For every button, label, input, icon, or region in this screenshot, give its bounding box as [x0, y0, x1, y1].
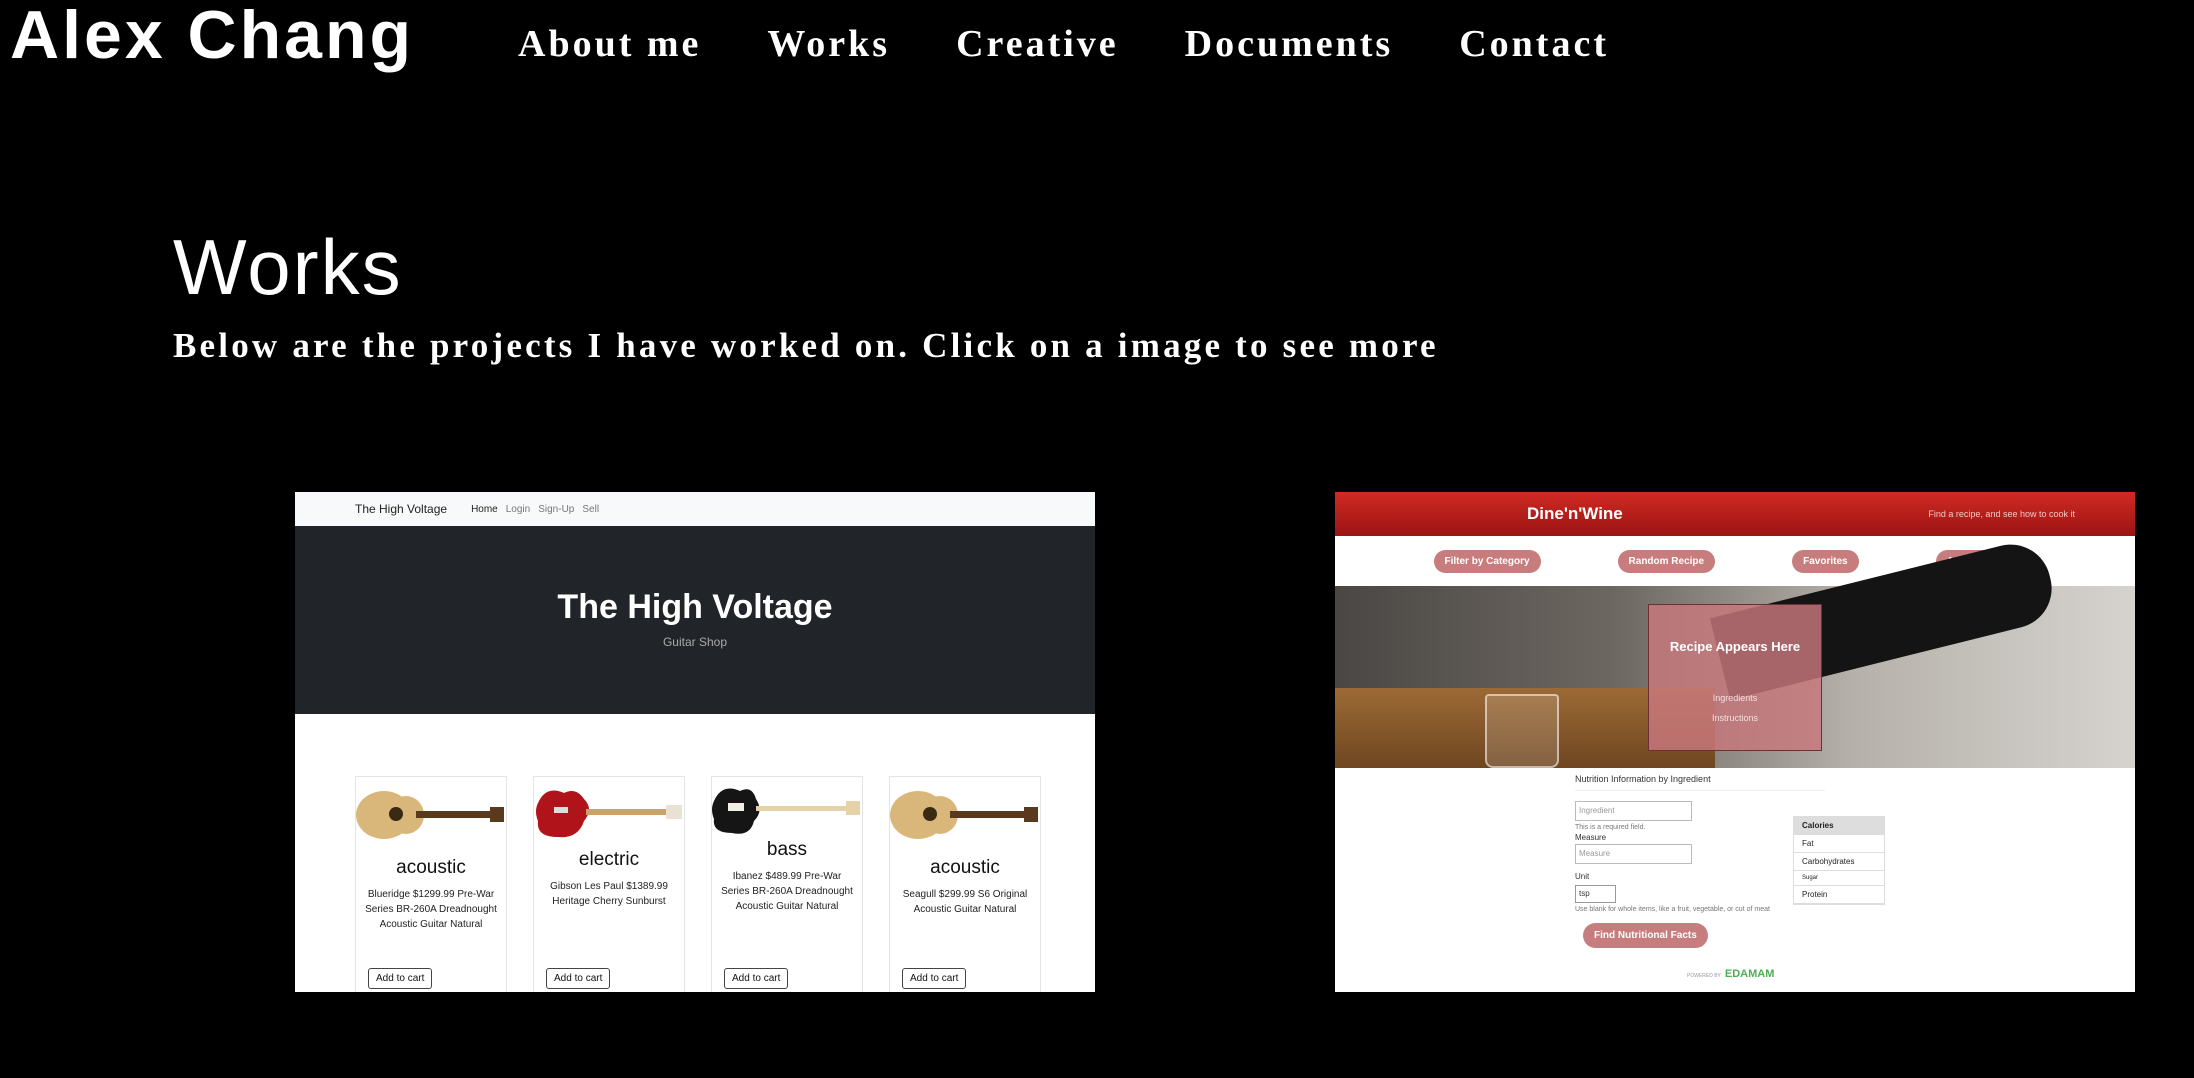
preview-tagline: Find a recipe, and see how to cook it: [1928, 509, 2075, 519]
main-nav: About me Works Creative Documents Contac…: [518, 22, 1675, 66]
edamam-logo: POWERED BY EDAMAM: [1687, 968, 1774, 980]
nav-about[interactable]: About me: [518, 22, 701, 66]
measure-label: Measure: [1575, 833, 1607, 842]
recipe-ingredients: Ingredients: [1712, 693, 1758, 703]
recipe-box: Recipe Appears Here Ingredients Instruct…: [1648, 604, 1822, 751]
nutrient-row: Calories: [1794, 817, 1884, 835]
nav-creative[interactable]: Creative: [956, 22, 1119, 66]
project-high-voltage-thumbnail[interactable]: The High Voltage Home Login Sign-Up Sell…: [295, 492, 1095, 992]
preview-header: Dine'n'Wine Find a recipe, and see how t…: [1335, 492, 2135, 536]
edamam-label: EDAMAM: [1724, 968, 1775, 980]
add-to-cart-button: Add to cart: [724, 968, 789, 989]
product-name: acoustic: [930, 857, 1000, 878]
product-card: electric Gibson Les Paul $1389.99 Herita…: [533, 776, 685, 992]
product-desc: Ibanez $489.99 Pre-War Series BR-260A Dr…: [721, 871, 853, 912]
random-recipe-button: Random Recipe: [1617, 549, 1716, 573]
preview-brand: The High Voltage: [355, 502, 448, 516]
recipe-instructions: Instructions: [1711, 713, 1759, 723]
find-nutrition-button: Find Nutritional Facts: [1583, 923, 1708, 948]
preview-navbar: The High Voltage Home Login Sign-Up Sell: [295, 492, 1095, 526]
form-header: Nutrition Information by Ingredient: [1575, 774, 1825, 791]
acoustic-guitar-icon: [890, 791, 1038, 839]
preview-brand: Dine'n'Wine: [1527, 504, 1623, 523]
powered-by-label: POWERED BY: [1687, 973, 1721, 979]
product-name: electric: [578, 849, 640, 870]
preview-nav-link: Sign-Up: [538, 503, 575, 515]
add-to-cart-button: Add to cart: [368, 968, 433, 989]
page-title: Works: [173, 223, 403, 311]
preview-hero-title: The High Voltage: [557, 588, 833, 626]
product-card: bass Ibanez $489.99 Pre-War Series BR-26…: [711, 776, 863, 992]
add-to-cart-button: Add to cart: [902, 968, 967, 989]
bass-guitar-icon: [712, 788, 860, 834]
nutrition-form: Nutrition Information by Ingredient Ingr…: [1575, 774, 1825, 948]
product-card: acoustic Blueridge $1299.99 Pre-War Seri…: [355, 776, 507, 992]
unit-note: Use blank for whole items, like a fruit,…: [1575, 906, 1770, 913]
nav-contact[interactable]: Contact: [1459, 22, 1609, 66]
recipe-title: Recipe Appears Here: [1669, 639, 1801, 654]
preview-nav-link: Login: [505, 503, 531, 515]
add-to-cart-button: Add to cart: [546, 968, 611, 989]
unit-select: tsp: [1575, 885, 1616, 903]
glass-shape: [1485, 694, 1559, 768]
acoustic-guitar-icon: [356, 791, 504, 839]
measure-field: Measure: [1575, 844, 1692, 864]
product-desc: Gibson Les Paul $1389.99 Heritage Cherry…: [550, 881, 668, 907]
preview-hero-subtitle: Guitar Shop: [662, 635, 728, 649]
site-brand: Alex Chang: [10, 0, 415, 73]
preview-nav-link: Home: [471, 503, 498, 515]
product-desc: Blueridge $1299.99 Pre-War Series BR-260…: [365, 889, 497, 930]
product-desc: Seagull $299.99 S6 Original Acoustic Gui…: [902, 889, 1028, 915]
page-subtitle: Below are the projects I have worked on.…: [173, 326, 1439, 365]
nutrient-row: Protein: [1794, 886, 1884, 904]
preview-nav-link: Sell: [582, 503, 600, 515]
nav-documents[interactable]: Documents: [1185, 22, 1394, 66]
nutrient-row: Sugar: [1794, 871, 1884, 886]
required-note: This is a required field.: [1575, 824, 1646, 831]
nutrition-table: Calories Fat Carbohydrates Sugar Protein: [1793, 816, 1885, 905]
favorites-button: Favorites: [1792, 549, 1859, 573]
electric-guitar-icon: [536, 790, 682, 838]
preview-hero: The High Voltage Guitar Shop: [295, 526, 1095, 714]
ingredient-field: Ingredient: [1575, 801, 1692, 821]
product-card: acoustic Seagull $299.99 S6 Original Aco…: [889, 776, 1041, 992]
unit-label: Unit: [1575, 872, 1590, 881]
product-name: acoustic: [396, 857, 466, 878]
nutrient-row: Carbohydrates: [1794, 853, 1884, 871]
nav-works[interactable]: Works: [767, 22, 890, 66]
project-dine-n-wine-thumbnail[interactable]: Dine'n'Wine Find a recipe, and see how t…: [1335, 492, 2135, 992]
wine-photo: Recipe Appears Here Ingredients Instruct…: [1335, 536, 2135, 768]
preview-products: acoustic Blueridge $1299.99 Pre-War Seri…: [295, 714, 1095, 992]
product-name: bass: [766, 839, 808, 860]
filter-button: Filter by Category: [1433, 549, 1541, 573]
nutrient-row: Fat: [1794, 835, 1884, 853]
